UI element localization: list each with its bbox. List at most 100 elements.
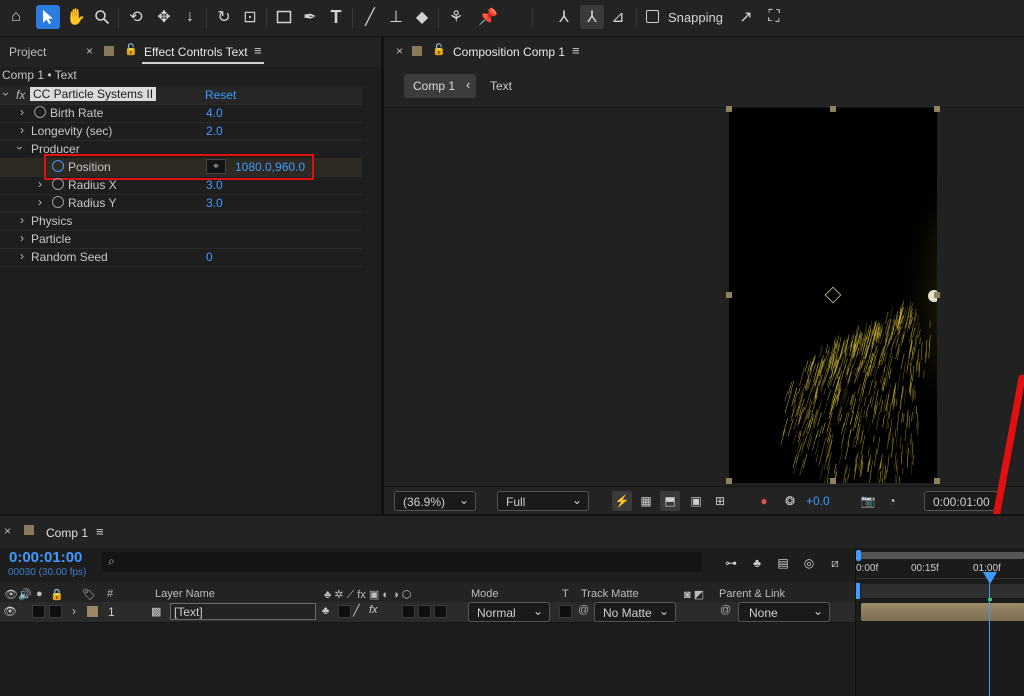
stopwatch-icon[interactable] (34, 106, 46, 118)
eraser-tool-icon[interactable]: ◆ (410, 5, 434, 29)
draft-3d-icon[interactable]: ♣ (748, 554, 766, 572)
chevron-right-icon[interactable]: › (20, 213, 24, 227)
shy-switch-icon[interactable]: ♣ (322, 605, 329, 617)
panel-menu-icon[interactable]: ≡ (572, 43, 580, 58)
layer-name-field[interactable]: [Text] (170, 603, 316, 620)
roto-brush-tool-icon[interactable]: ⚘ (444, 5, 468, 29)
pan-camera-icon[interactable]: ✥ (152, 5, 176, 29)
effect-header-row[interactable]: › fx CC Particle Systems II Reset (0, 86, 362, 105)
adjustment-switch[interactable] (434, 605, 447, 618)
lock-switch[interactable] (49, 605, 62, 618)
property-row[interactable]: › Radius X 3.0 (0, 176, 362, 195)
frame-blending-icon[interactable]: ▤ (774, 554, 792, 572)
stopwatch-icon[interactable] (52, 178, 64, 190)
column-layer-name[interactable]: Layer Name (155, 588, 215, 600)
parent-dropdown[interactable]: None⌄ (738, 602, 830, 622)
property-group-row[interactable]: › Particle (0, 230, 362, 249)
bounding-handle[interactable] (830, 106, 836, 112)
comp-viewer[interactable] (384, 108, 1024, 486)
pick-whip-icon[interactable]: @ (578, 604, 589, 616)
composition-mini-flowchart-icon[interactable]: ⊶ (722, 554, 740, 572)
property-value[interactable]: 4.0 (206, 106, 223, 120)
bounding-handle[interactable] (726, 106, 732, 112)
bounding-handle[interactable] (934, 106, 940, 112)
rectangle-tool-icon[interactable] (272, 5, 296, 29)
motion-blur-icon[interactable]: ◎ (800, 554, 818, 572)
pen-tool-icon[interactable]: ✒ (298, 5, 322, 29)
chevron-down-icon[interactable]: › (0, 92, 13, 96)
anchor-point-tool-icon[interactable]: ⊡ (238, 5, 262, 29)
hand-tool-icon[interactable]: ✋ (64, 5, 88, 29)
chevron-right-icon[interactable]: › (72, 604, 76, 618)
bounding-handle[interactable] (830, 478, 836, 484)
resolution-dropdown[interactable]: Full⌄ (497, 491, 589, 511)
property-value[interactable]: 2.0 (206, 124, 223, 138)
video-toggle-icon[interactable]: 👁 (4, 588, 18, 601)
tab-project[interactable]: Project (9, 45, 46, 59)
snap-options-icon[interactable]: ⛶ (762, 5, 786, 29)
layer-duration-bar[interactable] (861, 603, 1024, 621)
clone-stamp-tool-icon[interactable]: ⊥ (384, 5, 408, 29)
zoom-tool-icon[interactable] (90, 5, 114, 29)
work-area-start-handle[interactable] (856, 550, 861, 561)
panel-menu-icon[interactable]: ≡ (254, 43, 262, 58)
property-row[interactable]: › Longevity (sec) 2.0 (0, 122, 362, 141)
motion-blur-switch[interactable] (418, 605, 431, 618)
property-group-row[interactable]: › Physics (0, 212, 362, 231)
dolly-camera-icon[interactable]: ↓ (178, 5, 202, 29)
label-tag-icon[interactable]: 🏷 (82, 588, 96, 601)
work-area-bar[interactable] (859, 552, 1024, 559)
effects-switch-icon[interactable]: fx (369, 604, 378, 616)
search-input[interactable]: ⌕ (102, 552, 702, 572)
preserve-transparency-switch[interactable] (559, 605, 572, 618)
transparency-grid-icon[interactable]: ▦ (636, 491, 656, 511)
bounding-handle[interactable] (726, 478, 732, 484)
layer-label-color[interactable] (87, 606, 98, 617)
chevron-right-icon[interactable]: › (20, 123, 24, 137)
eye-icon[interactable]: 👁 (3, 605, 17, 618)
chevron-right-icon[interactable]: › (38, 195, 42, 209)
snapping-checkbox[interactable] (646, 10, 659, 23)
graph-editor-icon[interactable]: ⧄ (826, 554, 844, 572)
bounding-handle[interactable] (934, 292, 940, 298)
tab-composition[interactable]: Composition Comp 1 (453, 45, 565, 59)
time-graph[interactable]: 0:00f 00:15f 01:00f (855, 548, 1024, 696)
property-row[interactable]: › Random Seed 0 (0, 248, 362, 267)
close-tab-icon[interactable]: × (4, 524, 11, 538)
tab-effect-controls[interactable]: Effect Controls Text (144, 45, 248, 59)
snapshot-icon[interactable]: 📷 (858, 491, 878, 511)
close-tab-icon[interactable]: × (86, 44, 93, 58)
mask-visibility-icon[interactable]: ⬒ (660, 491, 680, 511)
reset-button[interactable]: Reset (205, 88, 236, 102)
nav-layer-label[interactable]: Text (490, 79, 512, 93)
parent-pick-whip-icon[interactable]: @ (720, 604, 731, 616)
bounding-handle[interactable] (934, 478, 940, 484)
zoom-dropdown[interactable]: (36.9%)⌄ (394, 491, 476, 511)
close-tab-icon[interactable]: × (396, 44, 403, 58)
property-row[interactable]: › Radius Y 3.0 (0, 194, 362, 213)
axis-local-icon[interactable]: ⅄ (552, 5, 576, 29)
property-value[interactable]: 0 (206, 250, 213, 264)
home-icon[interactable]: ⌂ (4, 5, 28, 29)
type-tool-icon[interactable]: T (324, 5, 348, 29)
panel-menu-icon[interactable]: ≡ (96, 524, 104, 539)
lock-toggle-icon[interactable]: 🔒 (50, 588, 64, 601)
chevron-down-icon[interactable]: › (13, 146, 27, 150)
brush-tool-icon[interactable]: ╱ (358, 5, 382, 29)
puppet-pin-tool-icon[interactable]: 📌 (476, 5, 500, 29)
reset-exposure-icon[interactable]: ❂ (780, 491, 800, 511)
current-time[interactable]: 0:00:01:00 (9, 549, 82, 566)
solo-switch[interactable] (32, 605, 45, 618)
fx-icon[interactable]: fx (16, 88, 25, 102)
lock-icon[interactable]: 🔓 (124, 43, 138, 56)
property-value[interactable]: 3.0 (206, 196, 223, 210)
region-of-interest-icon[interactable]: ▣ (686, 491, 706, 511)
show-snapshot-icon[interactable]: ◔ (882, 491, 902, 511)
chevron-right-icon[interactable]: › (20, 231, 24, 245)
snap-edge-icon[interactable]: ↗ (734, 5, 758, 29)
color-channels-icon[interactable]: ● (754, 491, 774, 511)
collapse-switch[interactable] (338, 605, 351, 618)
stopwatch-icon[interactable] (52, 196, 64, 208)
layer-row[interactable]: 👁 › 1 ▩ [Text] ♣ ╱ fx Normal⌄ @ No Matte… (0, 602, 855, 623)
rotation-tool-icon[interactable]: ↻ (212, 5, 236, 29)
